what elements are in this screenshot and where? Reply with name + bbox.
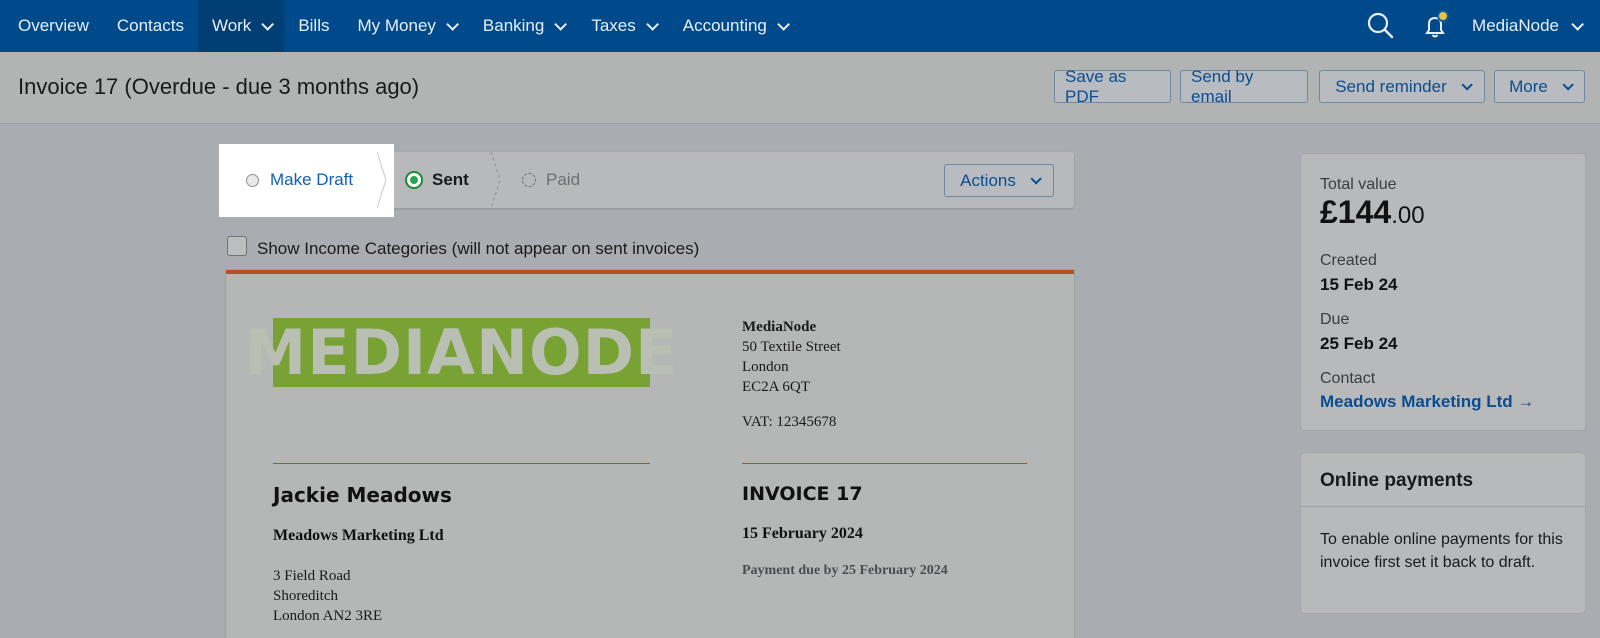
actions-button[interactable]: Actions: [944, 164, 1054, 197]
button-label: Actions: [960, 170, 1016, 190]
nav-label: Bills: [298, 16, 330, 35]
bell-icon[interactable]: [1418, 9, 1452, 43]
nav-accounting[interactable]: Accounting: [669, 0, 800, 52]
company-name: MediaNode: [742, 319, 817, 335]
make-draft-label: Make Draft: [270, 170, 354, 189]
nav-label: Contacts: [116, 16, 184, 35]
due-label: Due: [1320, 311, 1350, 328]
step-arrow-icon: [490, 152, 501, 208]
chevron-down-icon: [446, 17, 459, 31]
nav-label: Work: [211, 16, 252, 35]
invoice-date: 15 February 2024: [742, 525, 863, 542]
more-button[interactable]: More: [1494, 70, 1585, 103]
summary-panel: Total value £144.00 Created 15 Feb 24 Du…: [1301, 154, 1585, 430]
address-line: EC2A 6QT: [742, 379, 810, 395]
save-pdf-button[interactable]: Save as PDF: [1054, 67, 1171, 106]
contact-link[interactable]: Meadows Marketing Ltd →: [1320, 392, 1534, 412]
address-line: London AN2 3RE: [273, 608, 383, 624]
nav-my-money[interactable]: My Money: [343, 0, 468, 52]
chevron-down-icon: [646, 17, 659, 31]
paid-step[interactable]: Paid: [522, 152, 580, 208]
address-line: Shoreditch: [273, 588, 338, 604]
chevron-down-icon: [1030, 172, 1042, 185]
chevron-down-icon: [1571, 17, 1584, 31]
nav-banking[interactable]: Banking: [469, 0, 577, 52]
created-label: Created: [1320, 252, 1377, 269]
divider: [273, 463, 650, 464]
customer-name: Jackie Meadows: [273, 483, 452, 507]
company-logo: MEDIANODE: [244, 316, 679, 389]
button-label: Save as PDF: [1065, 66, 1127, 106]
send-reminder-button[interactable]: Send reminder: [1319, 70, 1485, 103]
page-title: Invoice 17 (Overdue - due 3 months ago): [18, 74, 420, 99]
show-categories-checkbox[interactable]: [227, 236, 247, 256]
contact-label: Contact: [1320, 370, 1376, 387]
nav-label: Accounting: [682, 16, 767, 35]
nav-label: Overview: [18, 16, 89, 35]
nav-right: MediaNode: [1364, 0, 1600, 52]
user-menu[interactable]: MediaNode: [1472, 16, 1600, 36]
address-line: 3 Field Road: [273, 568, 351, 584]
chevron-down-icon: [777, 17, 790, 31]
chevron-down-icon: [261, 17, 275, 31]
button-label: More: [1509, 76, 1548, 96]
sent-step[interactable]: Sent: [405, 152, 469, 208]
chevron-down-icon: [1562, 78, 1574, 91]
online-payments-panel: Online payments To enable online payment…: [1301, 453, 1585, 613]
online-payments-title: Online payments: [1320, 470, 1474, 491]
search-icon[interactable]: [1364, 9, 1398, 43]
customer-address: 3 Field Road Shoreditch London AN2 3RE: [273, 566, 382, 626]
user-label: MediaNode: [1472, 16, 1559, 35]
invoice-title: INVOICE 17: [742, 483, 863, 505]
nav-label: Taxes: [591, 16, 636, 35]
nav-label: My Money: [357, 16, 436, 35]
logo-text: MEDIANODE: [244, 316, 679, 389]
online-payments-text: To enable online payments for this invoi…: [1320, 531, 1563, 571]
button-label: Send reminder: [1335, 76, 1447, 96]
address-line: London: [742, 359, 789, 375]
customer-company: Meadows Marketing Ltd: [273, 527, 444, 544]
divider: [742, 463, 1027, 464]
sent-radio-icon: [405, 171, 423, 189]
nav-contacts[interactable]: Contacts: [103, 0, 198, 52]
chevron-down-icon: [554, 17, 568, 31]
total-value: £144.00: [1320, 194, 1425, 231]
page-header: Invoice 17 (Overdue - due 3 months ago) …: [0, 52, 1600, 124]
nav-work[interactable]: Work: [197, 0, 285, 52]
total-pounds: £144: [1320, 194, 1392, 230]
radio-icon: [246, 173, 259, 187]
divider: [1301, 506, 1585, 507]
show-categories-label: Show Income Categories (will not appear …: [257, 239, 700, 258]
send-email-button[interactable]: Send by email: [1180, 67, 1308, 106]
nav-taxes[interactable]: Taxes: [577, 0, 668, 52]
chevron-down-icon: [1461, 78, 1473, 91]
sent-label: Sent: [432, 170, 469, 189]
payment-due-text: Payment due by 25 February 2024: [742, 563, 948, 578]
paid-label: Paid: [546, 170, 581, 189]
vat-number: VAT: 12345678: [742, 414, 837, 430]
total-pence: .00: [1391, 202, 1425, 229]
button-label: Send by email: [1191, 66, 1254, 106]
due-value: 25 Feb 24: [1320, 334, 1398, 353]
company-address: MediaNode 50 Textile Street London EC2A …: [742, 317, 841, 397]
nav-overview[interactable]: Overview: [0, 0, 103, 52]
created-value: 15 Feb 24: [1320, 275, 1398, 294]
paid-radio-icon: [522, 173, 536, 187]
make-draft-step[interactable]: Make Draft: [226, 152, 386, 208]
nav-bills[interactable]: Bills: [284, 0, 343, 52]
total-label: Total value: [1320, 176, 1397, 193]
nav-label: Banking: [482, 16, 545, 35]
top-nav: Overview Contacts Work Bills My Money Ba…: [0, 0, 1600, 52]
step-arrow-icon: [377, 152, 387, 208]
address-line: 50 Textile Street: [742, 339, 841, 355]
